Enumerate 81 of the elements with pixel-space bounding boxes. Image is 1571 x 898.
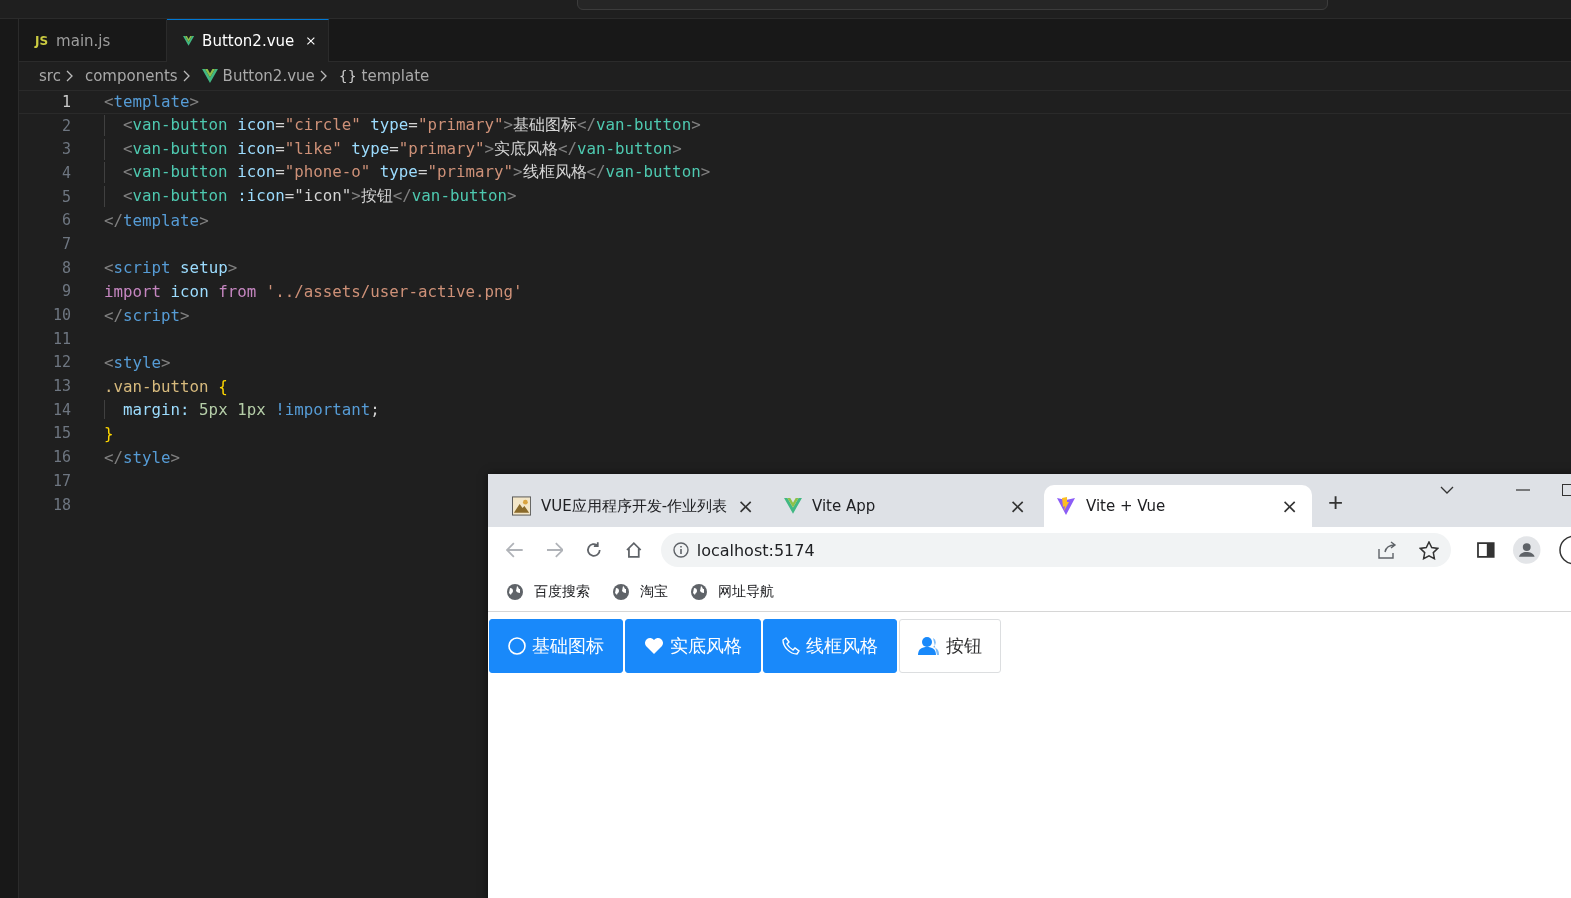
bookmark-item[interactable]: 百度搜索	[506, 583, 590, 601]
bookmark-item[interactable]: 网址导航	[690, 583, 774, 601]
code-line: <script setup>	[104, 258, 238, 278]
code-line: import icon from '../assets/user-active.png'	[104, 281, 523, 301]
line-number: 9	[60, 282, 71, 301]
side-panel-icon	[1477, 542, 1496, 558]
info-icon	[672, 542, 689, 558]
back-icon	[506, 542, 524, 558]
browser-tab[interactable]: Vite + Vue ×	[1044, 485, 1312, 527]
breadcrumb-item[interactable]: components	[84, 67, 178, 85]
line-number: 14	[51, 400, 71, 419]
close-tab-button[interactable]: ×	[1009, 494, 1026, 518]
line-number: 16	[51, 448, 71, 467]
line-number: 18	[51, 495, 71, 514]
van-button[interactable]: 基础图标	[489, 619, 623, 673]
van-button[interactable]: 实底风格	[625, 619, 761, 673]
code-line: <style>	[104, 352, 171, 372]
user-icon	[918, 636, 940, 656]
home-icon	[625, 541, 643, 559]
line-number: 4	[60, 163, 71, 182]
line-number: 1	[60, 92, 71, 111]
code-line: </script>	[104, 305, 190, 325]
line-number: 10	[51, 306, 71, 325]
line-number: 5	[60, 187, 71, 206]
chevron-right-icon	[65, 70, 74, 82]
line-number: 8	[60, 258, 71, 277]
share-icon	[1377, 541, 1398, 559]
line-number: 2	[60, 116, 71, 135]
close-tab-button[interactable]: ×	[1281, 494, 1298, 518]
breadcrumb-item[interactable]: {} template	[338, 67, 430, 85]
line-number: 12	[51, 353, 71, 372]
editor-tab[interactable]: Button2.vue	[167, 19, 329, 62]
tab-title: Vite App	[812, 497, 876, 515]
profile-icon	[1513, 536, 1541, 564]
code-line: <template>	[104, 92, 200, 112]
vue-icon	[183, 34, 195, 48]
star-icon	[1419, 540, 1440, 560]
chevron-down-icon	[1440, 486, 1454, 494]
js-label: JS	[35, 33, 49, 48]
bookmark-item[interactable]: 淘宝	[612, 583, 668, 601]
close-tab-button[interactable]: ×	[737, 494, 754, 518]
line-number: 11	[51, 329, 71, 348]
code-line: </template>	[104, 210, 209, 230]
breadcrumb-item[interactable]: src	[39, 67, 61, 85]
globe-icon	[506, 583, 524, 601]
forward-icon	[545, 542, 564, 558]
minimize-icon	[1516, 489, 1530, 491]
address-bar[interactable]: localhost:5174	[660, 533, 1452, 567]
close-icon	[306, 34, 316, 48]
line-number: 6	[60, 211, 71, 230]
tab-label: main.js	[56, 31, 111, 50]
van-button[interactable]: 按钮	[899, 619, 1001, 673]
line-number: 17	[51, 471, 71, 490]
chevron-right-icon	[319, 70, 328, 82]
vue-icon	[784, 498, 802, 514]
heart-icon	[644, 637, 664, 655]
globe-icon	[612, 583, 630, 601]
van-button[interactable]: 线框风格	[763, 619, 897, 673]
tab-title: VUE应用程序开发-作业列表	[541, 496, 728, 516]
code-line: .van-button {	[104, 376, 228, 396]
chevron-right-icon	[182, 70, 191, 82]
circle-icon	[508, 637, 526, 655]
vue-icon	[201, 69, 218, 83]
reload-icon	[585, 541, 603, 559]
vite-icon	[1056, 496, 1076, 516]
url-text: localhost:5174	[696, 540, 815, 560]
line-number: 3	[60, 140, 71, 159]
line-number: 13	[51, 377, 71, 396]
browser-tab[interactable]: Vite App ×	[772, 485, 1040, 527]
phone-icon	[782, 637, 800, 655]
browser-tab[interactable]: VUE应用程序开发-作业列表 ×	[500, 485, 768, 527]
line-number: 7	[60, 234, 71, 253]
breadcrumb-item[interactable]: Button2.vue	[201, 67, 315, 85]
new-tab-button[interactable]: +	[1328, 487, 1344, 518]
tab-title: Vite + Vue	[1086, 497, 1166, 515]
globe-icon	[690, 583, 708, 601]
code-line: </style>	[104, 447, 181, 467]
code-line: }	[104, 423, 114, 443]
line-number: 15	[51, 424, 71, 443]
tab-label: Button2.vue	[202, 32, 295, 50]
maximize-icon	[1562, 484, 1571, 496]
